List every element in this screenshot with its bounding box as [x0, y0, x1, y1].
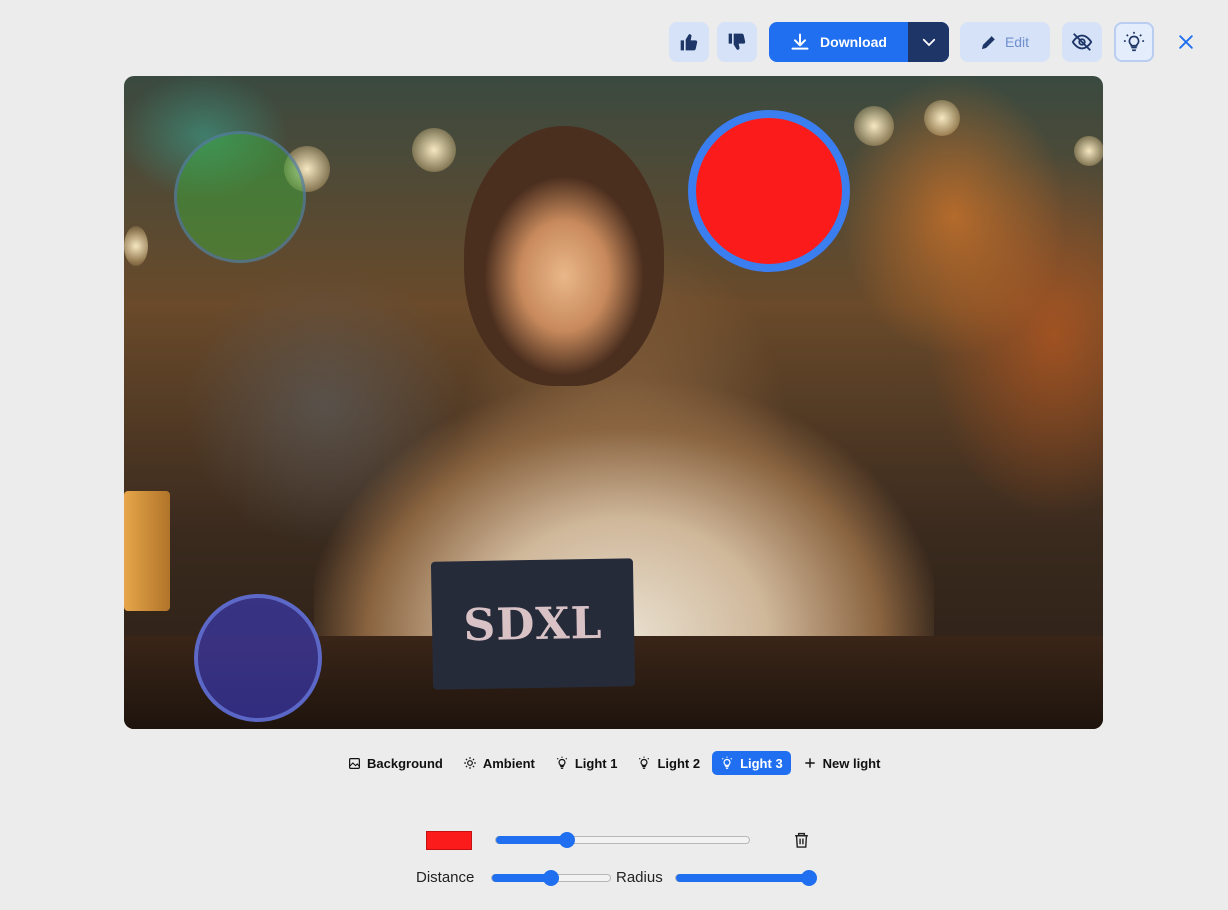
image-icon	[349, 757, 360, 769]
tab-new-light[interactable]: New light	[795, 751, 889, 775]
radius-thumb[interactable]	[801, 870, 817, 886]
radius-label: Radius	[616, 869, 663, 886]
tab-label: Light 3	[740, 755, 783, 771]
tab-label: New light	[822, 755, 881, 771]
tab-label: Background	[367, 755, 443, 771]
delete-light-button[interactable]	[790, 829, 812, 851]
download-label: Download	[820, 34, 887, 50]
bokeh-light	[124, 226, 148, 266]
relight-button[interactable]	[1114, 22, 1154, 62]
lightbulb-icon	[1123, 31, 1145, 52]
toggle-lights-visibility-button[interactable]	[1062, 22, 1102, 62]
radius-slider[interactable]	[675, 870, 817, 886]
sun-icon	[464, 757, 476, 769]
thumbs-up-icon	[680, 34, 698, 51]
lightbulb-icon	[639, 756, 650, 769]
intensity-thumb[interactable]	[558, 832, 575, 848]
edit-button[interactable]: Edit	[960, 22, 1050, 62]
tab-label: Light 2	[657, 755, 701, 771]
close-button[interactable]	[1166, 22, 1206, 62]
light-color-swatch[interactable]	[426, 831, 472, 850]
thumbs-down-icon	[728, 33, 746, 50]
lightbulb-icon	[556, 756, 567, 769]
light-tabs: Background Ambient Light 1 Light 2 Light…	[340, 751, 892, 775]
tab-light-1[interactable]: Light 1	[547, 751, 626, 775]
distance-thumb[interactable]	[543, 870, 559, 886]
intensity-slider[interactable]	[495, 832, 750, 848]
radius-fill	[676, 874, 809, 882]
lantern	[124, 491, 170, 611]
bokeh-light	[412, 128, 456, 172]
top-toolbar: Download Edit	[0, 0, 1228, 76]
distance-label: Distance	[416, 869, 475, 886]
intensity-fill	[496, 836, 567, 844]
close-icon	[1179, 35, 1193, 49]
chevron-down-icon	[922, 38, 935, 47]
woman-head	[464, 126, 664, 386]
distance-slider[interactable]	[491, 870, 611, 886]
light-3-handle[interactable]	[688, 110, 850, 272]
download-icon	[791, 33, 809, 50]
tab-background[interactable]: Background	[340, 751, 451, 775]
tab-light-2[interactable]: Light 2	[629, 751, 708, 775]
bokeh-light	[1074, 136, 1103, 166]
pencil-icon	[981, 36, 995, 50]
tab-label: Ambient	[482, 755, 535, 771]
bokeh-light	[924, 100, 960, 136]
dislike-button[interactable]	[717, 22, 757, 62]
light-2-handle[interactable]	[194, 594, 322, 722]
tab-label: Light 1	[574, 755, 618, 771]
bokeh-light	[854, 106, 894, 146]
plus-icon	[805, 758, 815, 768]
download-main[interactable]: Download	[769, 22, 908, 62]
lightbulb-icon	[721, 756, 733, 769]
sdxl-sign: SDXL	[430, 558, 636, 690]
tab-ambient[interactable]: Ambient	[455, 751, 543, 775]
trash-icon	[794, 832, 808, 848]
download-button[interactable]: Download	[769, 22, 949, 62]
download-options-toggle[interactable]	[908, 22, 949, 62]
tab-light-3[interactable]: Light 3	[712, 751, 791, 775]
eye-off-icon	[1071, 33, 1093, 51]
light-1-handle[interactable]	[174, 131, 306, 263]
like-button[interactable]	[669, 22, 709, 62]
image-canvas[interactable]: SDXL	[124, 76, 1103, 729]
edit-label: Edit	[1004, 34, 1030, 50]
